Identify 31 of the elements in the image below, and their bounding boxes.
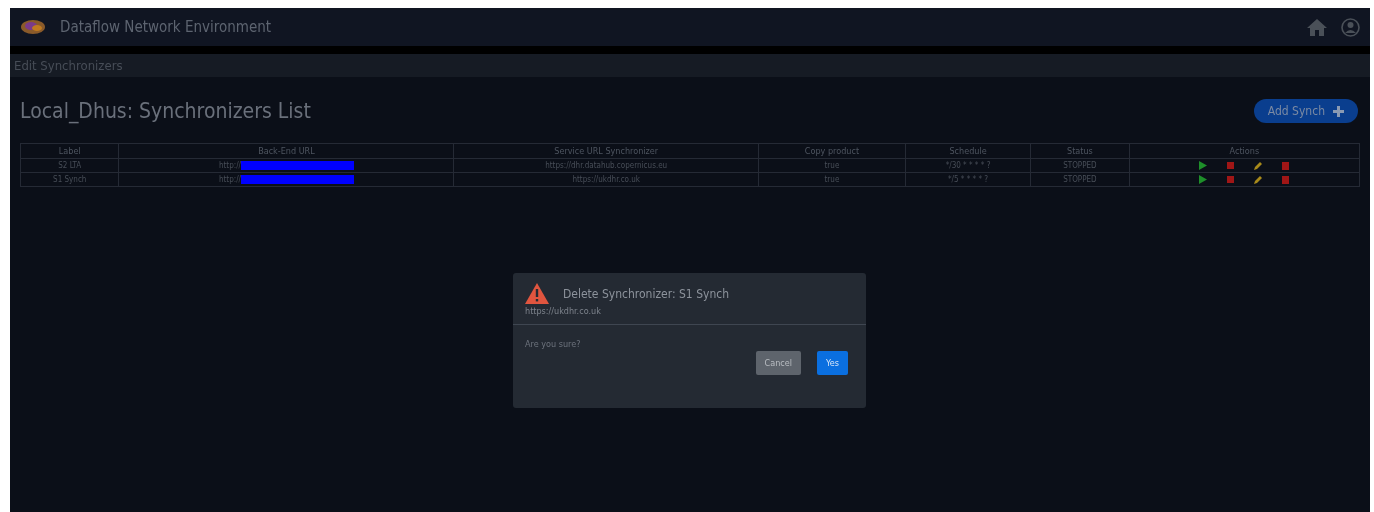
table-cell: true (758, 158, 906, 173)
column-header: Status (1030, 143, 1130, 159)
table-cell: http:// (218, 175, 241, 184)
plus-icon (1333, 105, 1344, 117)
column-header: Label (20, 143, 119, 159)
dialog-subtitle: https://ukdhr.co.uk (525, 306, 602, 316)
table-cell: http:// (218, 161, 241, 170)
table-cell: */30 * * * * ? (905, 158, 1031, 173)
home-icon[interactable] (1307, 18, 1327, 36)
table-cell: true (758, 172, 906, 187)
logo-icon (20, 18, 46, 36)
table-cell: https://dhr.datahub.copernicus.eu (453, 158, 759, 173)
page-title: Local_Dhus: Synchronizers List (20, 99, 311, 123)
warning-icon (525, 283, 549, 304)
dialog-message: Are you sure? (524, 338, 582, 349)
table-cell: */5 * * * * ? (905, 172, 1031, 187)
column-header: Schedule (905, 143, 1031, 159)
add-synch-button[interactable]: Add Synch (1253, 99, 1358, 123)
table-cell: STOPPED (1030, 158, 1130, 173)
table-cell: https://ukdhr.co.uk (453, 172, 759, 187)
confirm-button[interactable]: Yes (817, 351, 848, 375)
app-title: Dataflow Network Environment (60, 18, 272, 36)
column-header: Copy product (758, 143, 906, 159)
cancel-button[interactable]: Cancel (755, 351, 802, 375)
user-icon[interactable] (1341, 17, 1360, 37)
column-header: Actions (1129, 143, 1360, 159)
table-cell: STOPPED (1030, 172, 1130, 187)
table-cell: S2 LTA (20, 158, 119, 173)
column-header: Back-End URL (118, 143, 454, 159)
column-header: Service URL Synchronizer (453, 143, 759, 159)
dialog-title: Delete Synchronizer: S1 Synch (563, 286, 729, 301)
